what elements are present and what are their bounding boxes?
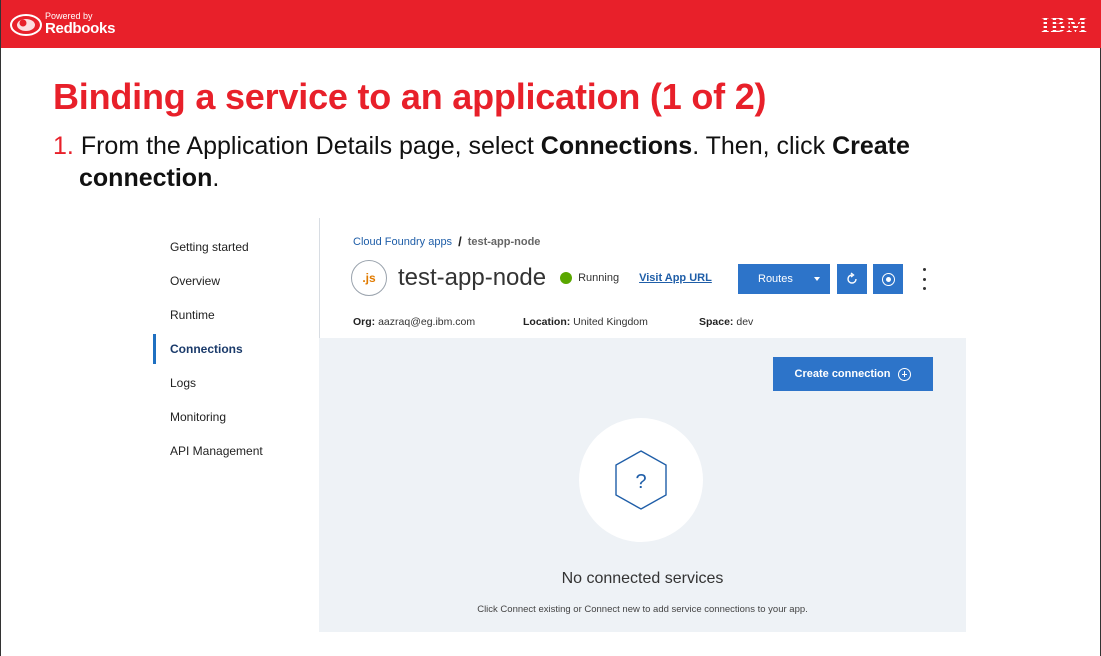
restart-icon	[847, 272, 857, 284]
space-label: Space:	[699, 316, 734, 328]
sidebar-item-getting-started[interactable]: Getting started	[153, 230, 323, 264]
stop-button[interactable]	[873, 264, 903, 294]
step-number: 1.	[53, 132, 74, 160]
add-circle-icon	[898, 367, 912, 381]
sidebar-item-overview[interactable]: Overview	[153, 264, 323, 298]
breadcrumb-separator: /	[458, 234, 462, 249]
org-value: aazraq@eg.ibm.com	[378, 316, 476, 328]
breadcrumb-current: test-app-node	[467, 235, 541, 248]
breadcrumb: Cloud Foundry apps / test-app-node	[353, 234, 540, 249]
slide: Powered by Redbooks IBM Binding a servic…	[0, 0, 1101, 656]
location-label: Location:	[523, 316, 571, 328]
app-sidebar: Getting started Overview Runtime Connect…	[153, 230, 323, 468]
status-text: Running	[578, 272, 620, 284]
step-bold-create: Create	[832, 132, 910, 160]
breadcrumb-link[interactable]: Cloud Foundry apps	[353, 236, 452, 248]
location-value: United Kingdom	[573, 316, 648, 328]
chevron-down-icon	[814, 277, 820, 281]
ibm-logo: IBM	[1041, 12, 1088, 37]
restart-button[interactable]	[837, 264, 867, 294]
empty-state-title: No connected services	[561, 570, 724, 587]
space-value: dev	[736, 316, 754, 328]
sidebar-item-monitoring[interactable]: Monitoring	[153, 400, 323, 434]
status-running-icon	[560, 272, 573, 284]
nodejs-icon: .js	[351, 260, 387, 296]
slide-title: Binding a service to an application (1 o…	[53, 76, 767, 117]
routes-label: Routes	[758, 273, 793, 285]
sidebar-item-logs[interactable]: Logs	[153, 366, 323, 400]
step-text: .	[212, 164, 220, 192]
redbooks-swirl-icon	[9, 9, 43, 39]
create-connection-label: Create connection	[794, 368, 891, 380]
app-header: .js test-app-node Running Visit App URL	[351, 258, 712, 298]
top-banner: Powered by Redbooks IBM	[1, 0, 1101, 48]
step-bold-connection: connection	[79, 164, 213, 192]
logo-brand-text: Redbooks	[45, 20, 116, 37]
sidebar-item-api-management[interactable]: API Management	[153, 434, 323, 468]
sidebar-item-connections[interactable]: Connections	[153, 332, 323, 366]
stop-icon	[881, 272, 895, 286]
step-text: From the Application Details page, selec…	[80, 132, 541, 160]
empty-state-illustration: ?	[579, 418, 703, 542]
redbooks-logo: Powered by Redbooks	[9, 8, 115, 40]
app-name: test-app-node	[398, 264, 547, 291]
sidebar-divider	[319, 218, 320, 338]
overflow-menu-icon[interactable]	[919, 268, 929, 290]
org-label: Org:	[353, 316, 376, 328]
step-bold-connections: Connections	[540, 132, 693, 160]
visit-app-url-link[interactable]: Visit App URL	[639, 272, 712, 284]
app-meta: Org: aazraq@eg.ibm.com Location: United …	[353, 316, 753, 328]
empty-icon-glyph: ?	[635, 471, 646, 493]
sidebar-item-runtime[interactable]: Runtime	[153, 298, 323, 332]
routes-button[interactable]: Routes	[738, 264, 830, 294]
hexagon-question-icon: ?	[615, 450, 667, 510]
empty-state-subtitle: Click Connect existing or Connect new to…	[477, 604, 808, 615]
step-instruction: 1. From the Application Details page, se…	[53, 130, 1083, 194]
create-connection-button[interactable]: Create connection	[773, 357, 933, 391]
step-text: . Then, click	[692, 132, 833, 160]
